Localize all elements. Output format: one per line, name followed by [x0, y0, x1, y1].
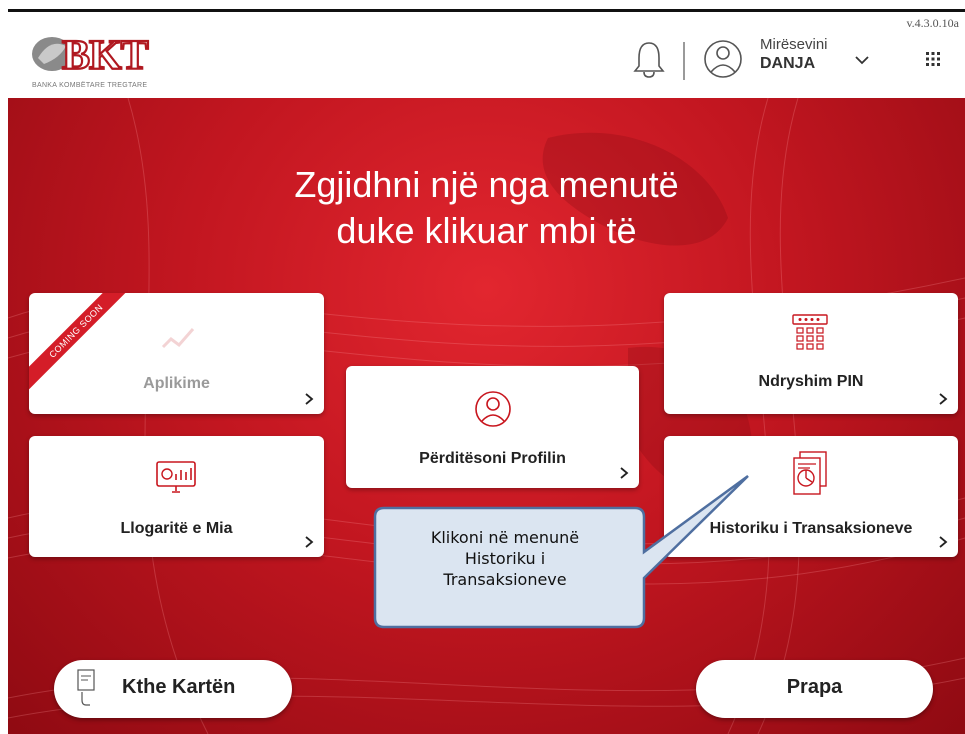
user-profile-icon — [475, 391, 511, 427]
chevron-right-icon — [939, 536, 948, 548]
logo-subtitle: BANKA KOMBËTARE TREGTARE — [32, 82, 148, 89]
version-label: v.4.3.0.10a — [906, 16, 959, 30]
callout-line2: Historiku i — [464, 549, 546, 568]
header-divider — [683, 42, 685, 80]
chevron-right-icon — [305, 536, 314, 548]
logo-mark: BKT — [32, 32, 151, 76]
chevron-right-icon — [939, 393, 948, 405]
menu-label-profili: Përditësoni Profilin — [419, 450, 566, 467]
transaction-history-icon — [793, 451, 827, 495]
bkt-logo[interactable]: BKT BANKA KOMBËTARE TREGTARE — [30, 20, 170, 94]
return-card-label: Kthe Kartën — [122, 676, 236, 698]
apps-grid-icon[interactable] — [926, 52, 940, 66]
menu-label-pin: Ndryshim PIN — [758, 373, 864, 390]
back-button[interactable]: Prapa — [696, 660, 933, 718]
menu-card-llogarite[interactable]: Llogaritë e Mia — [29, 436, 324, 557]
main-panel: Zgjidhni një nga menutë duke klikuar mbi… — [8, 98, 965, 734]
coming-soon-ribbon: COMING SOON — [29, 293, 139, 403]
page-title-line2: duke klikuar mbi të — [336, 210, 637, 251]
logo-wordmark: BKT — [62, 33, 149, 76]
menu-card-aplikime[interactable]: Aplikime COMING SOON — [29, 293, 324, 414]
application-icon — [161, 328, 195, 349]
chevron-right-icon — [305, 393, 314, 405]
user-avatar-icon[interactable] — [703, 38, 743, 80]
accounts-monitor-icon — [156, 461, 196, 493]
menu-card-historiku[interactable]: Historiku i Transaksioneve — [664, 436, 958, 557]
coming-soon-badge: COMING SOON — [29, 293, 135, 390]
chevron-down-icon[interactable] — [854, 54, 870, 66]
menu-card-pin[interactable]: Ndryshim PIN — [664, 293, 958, 414]
back-label: Prapa — [786, 676, 843, 698]
menu-label-llogarite: Llogaritë e Mia — [120, 520, 233, 537]
menu-card-profili[interactable]: Përditësoni Profilin — [346, 366, 639, 488]
pin-keypad-icon — [792, 314, 828, 350]
callout-line1: Klikoni në menunë — [430, 528, 580, 547]
callout-line3: Transaksioneve — [443, 570, 567, 589]
page-title-line1: Zgjidhni një nga menutë — [294, 164, 679, 205]
notification-bell-icon[interactable] — [632, 40, 666, 80]
card-return-icon — [77, 669, 95, 706]
menu-label-historiku: Historiku i Transaksioneve — [709, 520, 913, 537]
return-card-button[interactable]: Kthe Kartën — [54, 660, 292, 718]
greeting-text: Mirësevini — [760, 36, 828, 53]
callout-text: Klikoni në menunë Historiku i Transaksio… — [370, 527, 640, 590]
username-text: DANJA — [760, 55, 816, 72]
header-bar: BKT BANKA KOMBËTARE TREGTARE v.4.3.0.10a… — [8, 12, 965, 98]
chevron-right-icon — [620, 467, 629, 479]
